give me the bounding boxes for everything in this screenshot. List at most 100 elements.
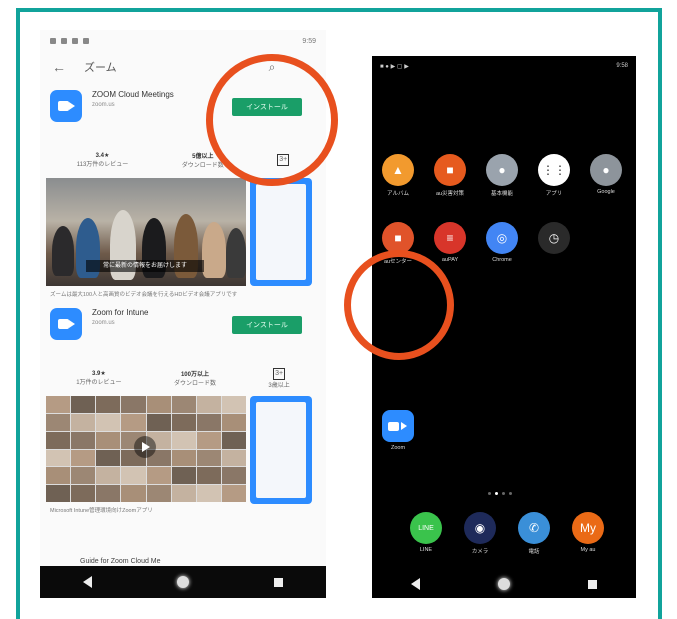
review-count: 113万件のレビュー	[76, 162, 129, 168]
install-highlight-circle	[206, 54, 338, 186]
play-icon[interactable]	[134, 436, 156, 458]
participant-tile	[46, 413, 71, 431]
home-app-myau[interactable]: My My au	[568, 512, 608, 553]
next-result-title[interactable]: Guide for Zoom Cloud Me	[80, 558, 161, 565]
chrome-icon: ◎	[486, 222, 518, 254]
home-app-phone[interactable]: ✆ 電話	[514, 512, 554, 555]
install-button[interactable]: インストール	[232, 316, 302, 334]
participant-tile	[71, 431, 96, 449]
participant-tile	[71, 396, 96, 413]
phone-screenshot	[250, 396, 312, 504]
rating-value: 3.4★	[95, 153, 110, 159]
status-time: 9:58	[616, 63, 628, 69]
meeting-screenshot: 常に最新の情報をお届けします	[46, 178, 246, 286]
participant-tile	[221, 396, 246, 413]
participant-tile	[96, 431, 121, 449]
participant-tile	[96, 413, 121, 431]
app-label: Google	[597, 189, 615, 195]
app-label: 基本機能	[490, 191, 513, 197]
nav-home-icon[interactable]	[498, 578, 510, 590]
participant-tile	[146, 467, 171, 485]
participant-tile	[121, 396, 146, 413]
nav-home-icon[interactable]	[176, 576, 189, 588]
screenshot-caption: 常に最新の情報をお届けします	[86, 260, 204, 272]
participant-tile	[121, 467, 146, 485]
nav-back-icon[interactable]	[82, 576, 92, 588]
myau-icon: My	[572, 512, 604, 544]
review-count: 1万件のレビュー	[76, 380, 122, 386]
participant-tile	[171, 467, 196, 485]
app-description: ズームは最大100人と高画質のビデオ会議を行えるHDビデオ会議アプリです	[50, 292, 238, 298]
app-result-zoom-for-intune[interactable]: Zoom for Intune zoom.us インストール	[40, 300, 326, 360]
home-app-basic[interactable]: ● 基本機能	[482, 154, 522, 197]
screenshot-carousel[interactable]	[40, 396, 326, 504]
home-app-apps[interactable]: ⋮⋮ アプリ	[534, 154, 574, 197]
album-icon: ▲	[382, 154, 414, 186]
basic-icon: ●	[486, 154, 518, 186]
participant-tile	[96, 396, 121, 413]
home-app-chrome[interactable]: ◎ Chrome	[482, 222, 522, 263]
participant-tile	[221, 485, 246, 502]
nav-back-icon[interactable]	[411, 578, 420, 590]
participant-tile	[221, 449, 246, 467]
status-bar: 9:59	[40, 30, 326, 52]
participant-tile	[221, 413, 246, 431]
participant-tile	[46, 467, 71, 485]
notification-icons	[50, 38, 89, 44]
participant-tile	[46, 396, 71, 413]
participant-tile	[71, 449, 96, 467]
app-label: au災害対策	[435, 191, 465, 197]
home-app-camera[interactable]: ◉ カメラ	[460, 512, 500, 555]
participant-tile	[146, 396, 171, 413]
participant-tile	[71, 485, 96, 502]
screenshot-carousel[interactable]: 常に最新の情報をお届けします	[40, 178, 326, 286]
content-rating-label: 3歳以上	[268, 382, 290, 389]
home-app-disaster[interactable]: ■ au災害対策	[430, 154, 470, 197]
participant-tile	[96, 449, 121, 467]
zoom-app-icon	[382, 410, 414, 442]
participant-tile	[46, 431, 71, 449]
phone-screenshot	[250, 178, 312, 286]
home-app-google-folder[interactable]: ● Google	[586, 154, 626, 195]
participant-tile	[171, 449, 196, 467]
search-query[interactable]: ズーム	[84, 59, 246, 75]
participant-tile	[146, 413, 171, 431]
camera-icon: ◉	[464, 512, 496, 544]
home-app-clock[interactable]: ◷	[534, 222, 574, 257]
app-label: カメラ	[471, 549, 489, 555]
notification-icons: ■ ● ▶ ▢ ▶	[380, 63, 409, 70]
clock-icon: ◷	[538, 222, 570, 254]
home-app-line[interactable]: LINE LINE	[406, 512, 446, 553]
app-label: auPAY	[441, 257, 459, 263]
status-bar: ■ ● ▶ ▢ ▶ 9:58	[372, 56, 636, 76]
participant-tile	[121, 485, 146, 502]
participant-tile	[196, 396, 221, 413]
app-label: Chrome	[492, 257, 512, 263]
zoom-home-app[interactable]: Zoom	[378, 410, 418, 451]
content-rating-icon: 3+	[273, 367, 286, 380]
participant-tile	[46, 485, 71, 502]
participant-tile	[171, 396, 196, 413]
participant-tile	[196, 413, 221, 431]
nav-recent-icon[interactable]	[588, 579, 597, 589]
participant-tile	[71, 413, 96, 431]
participant-tile	[221, 431, 246, 449]
back-arrow-icon[interactable]: ←	[52, 59, 66, 75]
participant-tile	[196, 467, 221, 485]
home-app-aupay[interactable]: ≡ auPAY	[430, 222, 470, 263]
app-description: Microsoft Intune管理環境向けZoomアプリ	[50, 508, 153, 514]
home-app-album[interactable]: ▲ アルバム	[378, 154, 418, 197]
app-label: Zoom	[390, 445, 406, 451]
rating-value: 3.9★	[92, 371, 106, 377]
app-label: My au	[580, 547, 596, 553]
participant-tile	[171, 431, 196, 449]
participant-tile	[196, 431, 221, 449]
nav-recent-icon[interactable]	[274, 577, 284, 587]
app-label: 電話	[528, 549, 540, 555]
participant-tile	[71, 467, 96, 485]
zoom-app-icon	[50, 90, 82, 122]
gallery-view-screenshot	[46, 396, 246, 502]
participant-tile	[196, 449, 221, 467]
aupay-icon: ≡	[434, 222, 466, 254]
participant-tile	[171, 485, 196, 502]
